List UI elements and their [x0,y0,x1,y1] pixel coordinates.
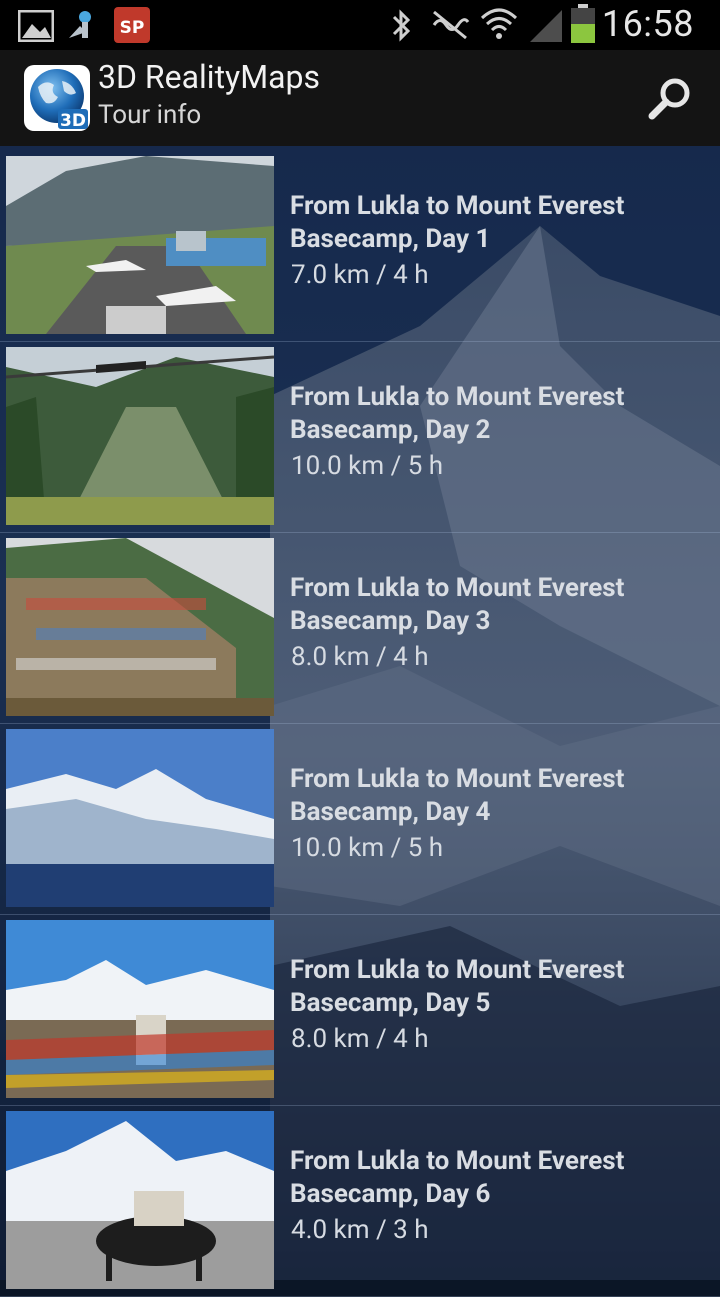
image-icon [18,10,54,42]
tour-distance-duration: 10.0 km / 5 h [291,451,444,481]
svg-text:3D: 3D [60,111,86,131]
app-logo-icon[interactable]: 3D [24,65,90,131]
tour-distance-duration: 10.0 km / 5 h [291,833,444,863]
tour-list-item[interactable]: From Lukla to Mount Everest Basecamp, Da… [0,532,720,724]
tour-thumbnail [6,156,274,334]
sp-app-icon: SP [114,7,150,43]
tour-list-item[interactable]: From Lukla to Mount Everest Basecamp, Da… [0,1105,720,1297]
tour-distance-duration: 7.0 km / 4 h [291,260,429,290]
tour-title: From Lukla to Mount Everest Basecamp, Da… [290,573,625,636]
tour-title: From Lukla to Mount Everest Basecamp, Da… [290,1146,625,1209]
tour-title: From Lukla to Mount Everest Basecamp, Da… [290,764,625,827]
tour-list-item[interactable]: From Lukla to Mount Everest Basecamp, Da… [0,341,720,533]
tour-thumbnail [6,538,274,716]
tour-distance-duration: 8.0 km / 4 h [291,1024,429,1054]
clock: 16:58 [601,3,694,45]
wifi-icon [480,8,518,39]
tour-distance-duration: 4.0 km / 3 h [291,1215,429,1245]
tour-thumbnail [6,729,274,907]
tour-list-item[interactable]: From Lukla to Mount Everest Basecamp, Da… [0,723,720,915]
tour-distance-duration: 8.0 km / 4 h [291,642,429,672]
bluetooth-icon [392,9,411,42]
tour-thumbnail [6,347,274,525]
tour-title: From Lukla to Mount Everest Basecamp, Da… [290,382,625,445]
search-icon[interactable] [646,74,694,122]
tour-title: From Lukla to Mount Everest Basecamp, Da… [290,191,625,254]
tour-list-item[interactable]: From Lukla to Mount Everest Basecamp, Da… [0,150,720,342]
status-bar: SP 16:58 [0,0,720,50]
svg-text:SP: SP [120,18,145,38]
nfc-muted-icon [432,10,470,40]
tour-list: From Lukla to Mount Everest Basecamp, Da… [0,146,720,1297]
location-icon [69,11,91,38]
tour-title: From Lukla to Mount Everest Basecamp, Da… [290,955,625,1018]
tour-list-item[interactable]: From Lukla to Mount Everest Basecamp, Da… [0,914,720,1106]
tour-thumbnail [6,1111,274,1289]
app-title: 3D RealityMaps [98,58,321,96]
tour-thumbnail [6,920,274,1098]
screen-subtitle: Tour info [98,100,202,130]
signal-icon [530,10,562,42]
battery-icon [571,4,595,43]
